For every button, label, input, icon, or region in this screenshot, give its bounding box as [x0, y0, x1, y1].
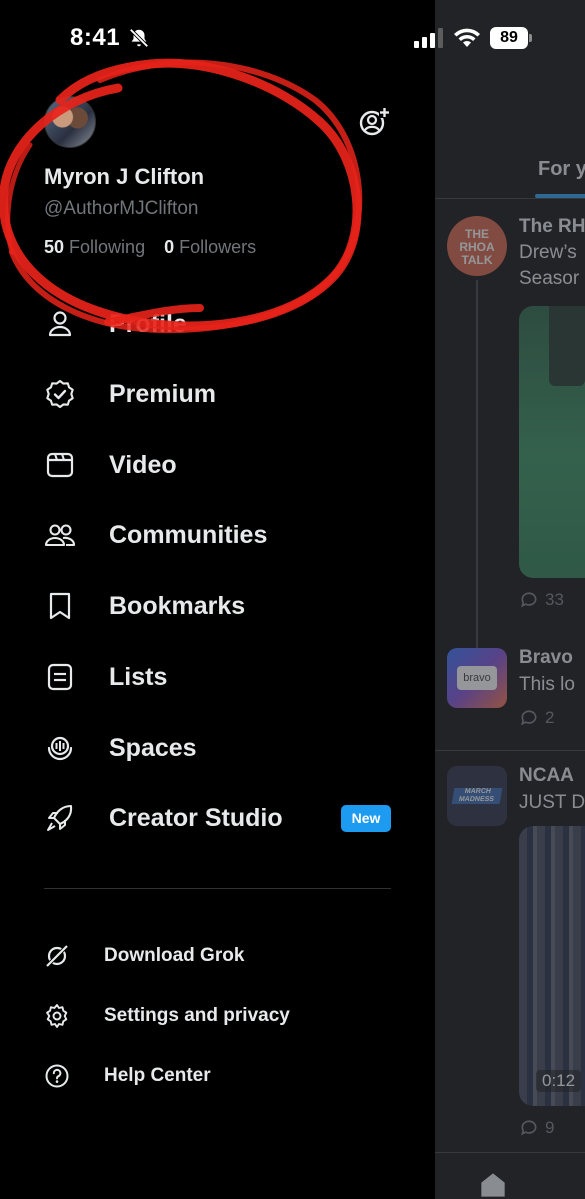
- nav-label: Profile: [109, 309, 187, 338]
- drawer-divider: [44, 888, 391, 889]
- list-icon: [47, 663, 73, 691]
- battery-nub: [529, 34, 532, 42]
- nav-item-lists[interactable]: Lists: [0, 647, 435, 707]
- post-text-line: Drew’s: [519, 242, 577, 263]
- video-icon: [46, 452, 74, 478]
- following-label: Following: [69, 237, 146, 257]
- gear-icon: [46, 1004, 68, 1028]
- reply-icon: [521, 1120, 537, 1136]
- bookmark-icon: [49, 592, 71, 620]
- spaces-icon: [47, 736, 73, 761]
- post-divider: [435, 750, 585, 751]
- follow-stats: 50 Following 0 Followers: [44, 237, 256, 258]
- nav-item-bookmarks[interactable]: Bookmarks: [0, 576, 435, 636]
- thread-line: [476, 280, 478, 650]
- status-bar: 8:41 89: [0, 0, 585, 80]
- profile-avatar[interactable]: [44, 96, 96, 148]
- nav-label: Premium: [109, 379, 216, 408]
- signal-icon: [414, 28, 443, 48]
- following-link[interactable]: 50 Following: [44, 237, 159, 257]
- person-icon: [48, 311, 72, 337]
- post-text-line: The RH: [519, 216, 585, 237]
- nav-label: Communities: [109, 520, 268, 549]
- post-avatar-rhoa[interactable]: THE RHOA TALK: [447, 216, 507, 276]
- side-drawer: Myron J Clifton @AuthorMJClifton 50 Foll…: [0, 0, 435, 1199]
- menu-item-help-center[interactable]: Help Center: [0, 1055, 435, 1099]
- reply-button[interactable]: 9: [519, 1118, 554, 1138]
- reply-count: 9: [545, 1118, 555, 1137]
- verified-badge-icon: [46, 379, 74, 409]
- menu-item-settings[interactable]: Settings and privacy: [0, 995, 435, 1039]
- timeline-header-divider: [435, 198, 585, 199]
- nav-item-spaces[interactable]: Spaces: [0, 718, 435, 778]
- post-text-line: This lo: [519, 674, 575, 695]
- add-account-icon[interactable]: [358, 106, 390, 138]
- menu-item-download-grok[interactable]: Download Grok: [0, 935, 435, 979]
- nav-item-profile[interactable]: Profile: [0, 294, 435, 354]
- battery-level: 89: [490, 27, 528, 49]
- post-text-line: JUST D: [519, 792, 585, 813]
- followers-count: 0: [164, 237, 175, 257]
- nav-label: Creator Studio: [109, 803, 283, 832]
- followers-label: Followers: [179, 237, 257, 257]
- display-name[interactable]: Myron J Clifton: [44, 164, 204, 190]
- post-avatar-ncaa[interactable]: MARCH MADNESS: [447, 766, 507, 826]
- march-madness-logo: MARCH MADNESS: [451, 788, 503, 804]
- post-text-line: Seasor: [519, 268, 580, 289]
- reply-count: 33: [545, 590, 564, 609]
- home-icon[interactable]: [479, 1171, 507, 1199]
- video-duration: 0:12: [536, 1070, 582, 1092]
- help-icon: [45, 1064, 69, 1088]
- bravo-logo: bravo: [457, 666, 497, 690]
- post-text-line: NCAA: [519, 765, 574, 786]
- tab-for-you[interactable]: For y: [538, 158, 585, 181]
- nav-label: Lists: [109, 662, 168, 691]
- following-count: 50: [44, 237, 65, 257]
- battery-icon: 89: [490, 27, 532, 49]
- reply-button[interactable]: 33: [519, 590, 564, 610]
- menu-item-label: Settings and privacy: [104, 1005, 290, 1026]
- followers-link[interactable]: 0 Followers: [164, 237, 256, 257]
- rocket-icon: [47, 804, 73, 831]
- post-media-image[interactable]: [519, 306, 585, 578]
- nav-item-creator-studio[interactable]: Creator Studio New: [0, 788, 435, 848]
- bell-off-icon: [129, 28, 149, 48]
- reply-icon: [521, 710, 537, 726]
- new-badge: New: [341, 804, 391, 832]
- status-time: 8:41: [70, 24, 121, 51]
- nav-item-premium[interactable]: Premium: [0, 364, 435, 424]
- communities-icon: [44, 524, 76, 547]
- post-media-video[interactable]: [519, 826, 585, 1106]
- menu-item-label: Download Grok: [104, 945, 245, 966]
- reply-count: 2: [545, 708, 555, 727]
- user-handle[interactable]: @AuthorMJClifton: [44, 198, 198, 220]
- post-text-line: Bravo: [519, 647, 573, 668]
- nav-label: Bookmarks: [109, 591, 246, 620]
- post-avatar-bravo[interactable]: bravo: [447, 648, 507, 708]
- nav-item-video[interactable]: Video: [0, 435, 435, 495]
- grok-icon: [45, 944, 69, 968]
- reply-button[interactable]: 2: [519, 708, 554, 728]
- timeline-background[interactable]: For y THE RHOA TALK The RH Drew’s Seasor…: [435, 0, 585, 1199]
- menu-item-label: Help Center: [104, 1065, 211, 1086]
- bottom-nav: [435, 1152, 585, 1199]
- reply-icon: [521, 592, 537, 608]
- nav-item-communities[interactable]: Communities: [0, 505, 435, 565]
- wifi-icon: [454, 28, 480, 47]
- nav-label: Spaces: [109, 733, 197, 762]
- nav-label: Video: [109, 450, 177, 479]
